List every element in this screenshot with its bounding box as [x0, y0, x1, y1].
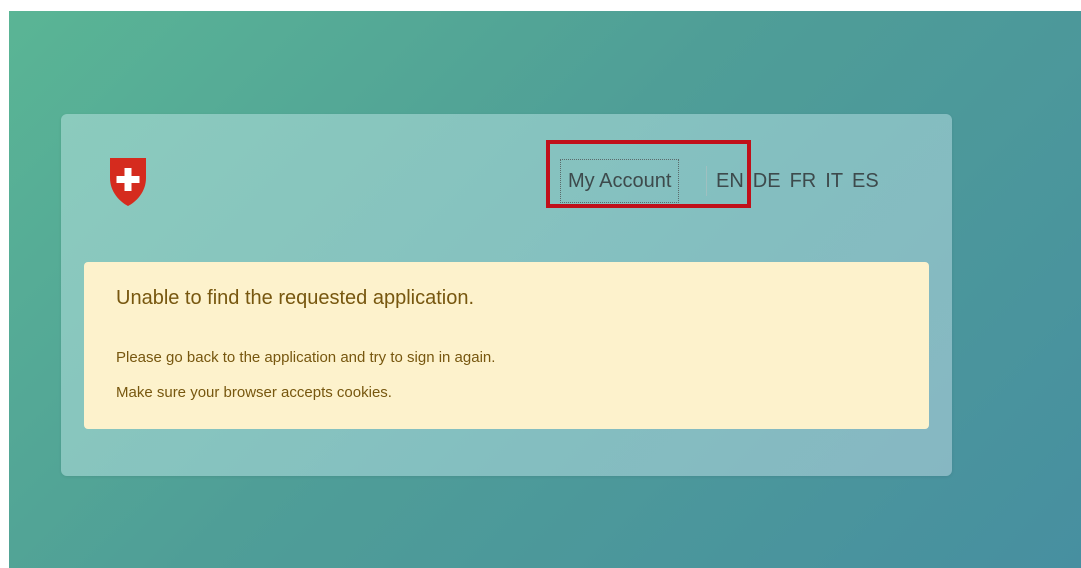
my-account-label: My Account	[568, 169, 672, 192]
page-background: My Account EN DE FR IT ES Unable to find…	[9, 11, 1081, 568]
my-account-link[interactable]: My Account	[560, 159, 680, 203]
alert-message-line: Make sure your browser accepts cookies.	[116, 384, 392, 401]
language-fr-link[interactable]: FR	[790, 170, 817, 193]
swiss-cross-shield-icon	[110, 158, 146, 206]
language-de-link[interactable]: DE	[753, 170, 781, 193]
error-alert: Unable to find the requested application…	[84, 262, 929, 429]
login-card: My Account EN DE FR IT ES Unable to find…	[61, 114, 952, 476]
alert-message-line: Please go back to the application and tr…	[116, 349, 496, 366]
language-it-link[interactable]: IT	[825, 170, 843, 193]
alert-title: Unable to find the requested application…	[116, 287, 475, 309]
nav-divider	[706, 166, 707, 196]
language-es-link[interactable]: ES	[852, 170, 879, 193]
language-en-link[interactable]: EN	[716, 170, 744, 193]
language-switcher: EN DE FR IT ES	[716, 159, 879, 203]
